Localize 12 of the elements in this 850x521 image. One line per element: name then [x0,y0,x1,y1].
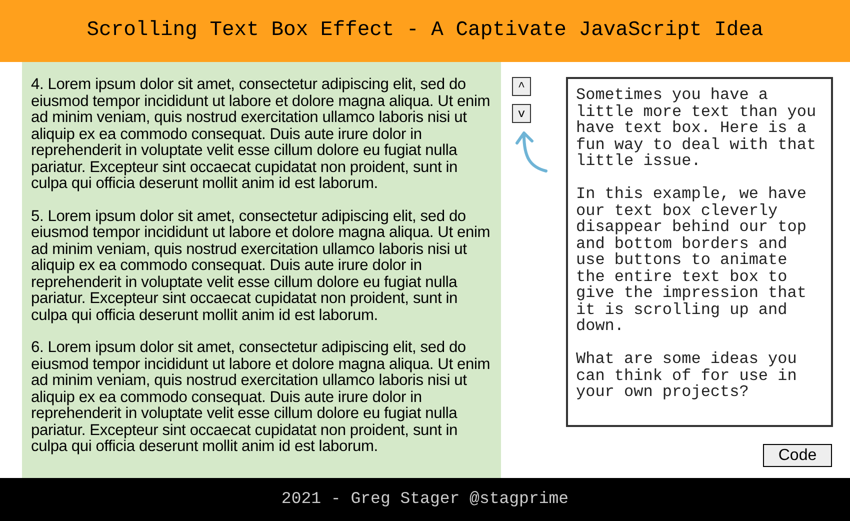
scroll-button[interactable]: ^ [512,77,531,96]
lorem-paragraph: 4. Lorem ipsum dolor sit amet, consectetur adipiscing elit, sed do eiusmod tempor incididunt ut labore et dolore magna aliqua. Ut enim ad minim veniam, quis nostrud exercitation ullamco laboris nisi ut aliquip ex ea commodo consequat. Duis aute irure dolor in reprehenderit in voluptate velit esse cillum dolore eu fugiat nulla pariatur. Excepteur sint occaecat cupidatat non proident, sunt in culpa qui officia deserunt mollit anim id est laborum. [31,77,492,192]
lorem-paragraph: 5. Lorem ipsum dolor sit amet, consectetur adipiscing elit, sed do eiusmod tempor incididunt ut labore et dolore magna aliqua. Ut enim ad minim veniam, quis nostrud exercitation ullamco laboris nisi ut aliquip ex ea commodo consequat. Duis aute irure dolor in reprehenderit in voluptate velit esse cillum dolore eu fugiat nulla pariatur. Excepteur sint occaecat cupidatat non proident, sunt in culpa qui officia deserunt mollit anim id est laborum. [31,208,492,324]
info-paragraph: Sometimes you have a little more text than you have text box. Here is a fun way to deal with that little issue. [576,87,818,170]
curved-arrow-icon [514,129,548,173]
info-paragraph: In this example, we have our text box cleverly disappear behind our top and bottom borders and use buttons to animate the entire text box to give the impression that it is scrolling up and down. [576,186,808,334]
info-paragraph: What are some ideas you can think of for use in your own projects? [576,351,798,400]
lorem-paragraph: 6. Lorem ipsum dolor sit amet, consectetur adipiscing elit, sed do eiusmod tempor incididunt ut labore et dolore magna aliqua. Ut enim ad minim veniam, quis nostrud exercitation ullamco laboris nisi ut aliquip ex ea commodo consequat. Duis aute irure dolor in reprehenderit in voluptate velit esse cillum dolore eu fugiat nulla pariatur. Excepteur sint occaecat cupidatat non proident, sunt in culpa qui officia deserunt mollit anim id est laborum. [31,340,492,456]
scroll-button[interactable]: v [512,104,531,123]
footer-credit: 2021 - Greg Stager @stagprime [281,488,569,510]
page-title: Scrolling Text Box Effect - A Captivate JavaScript Idea [86,18,764,44]
code-button[interactable]: Code [763,444,832,467]
